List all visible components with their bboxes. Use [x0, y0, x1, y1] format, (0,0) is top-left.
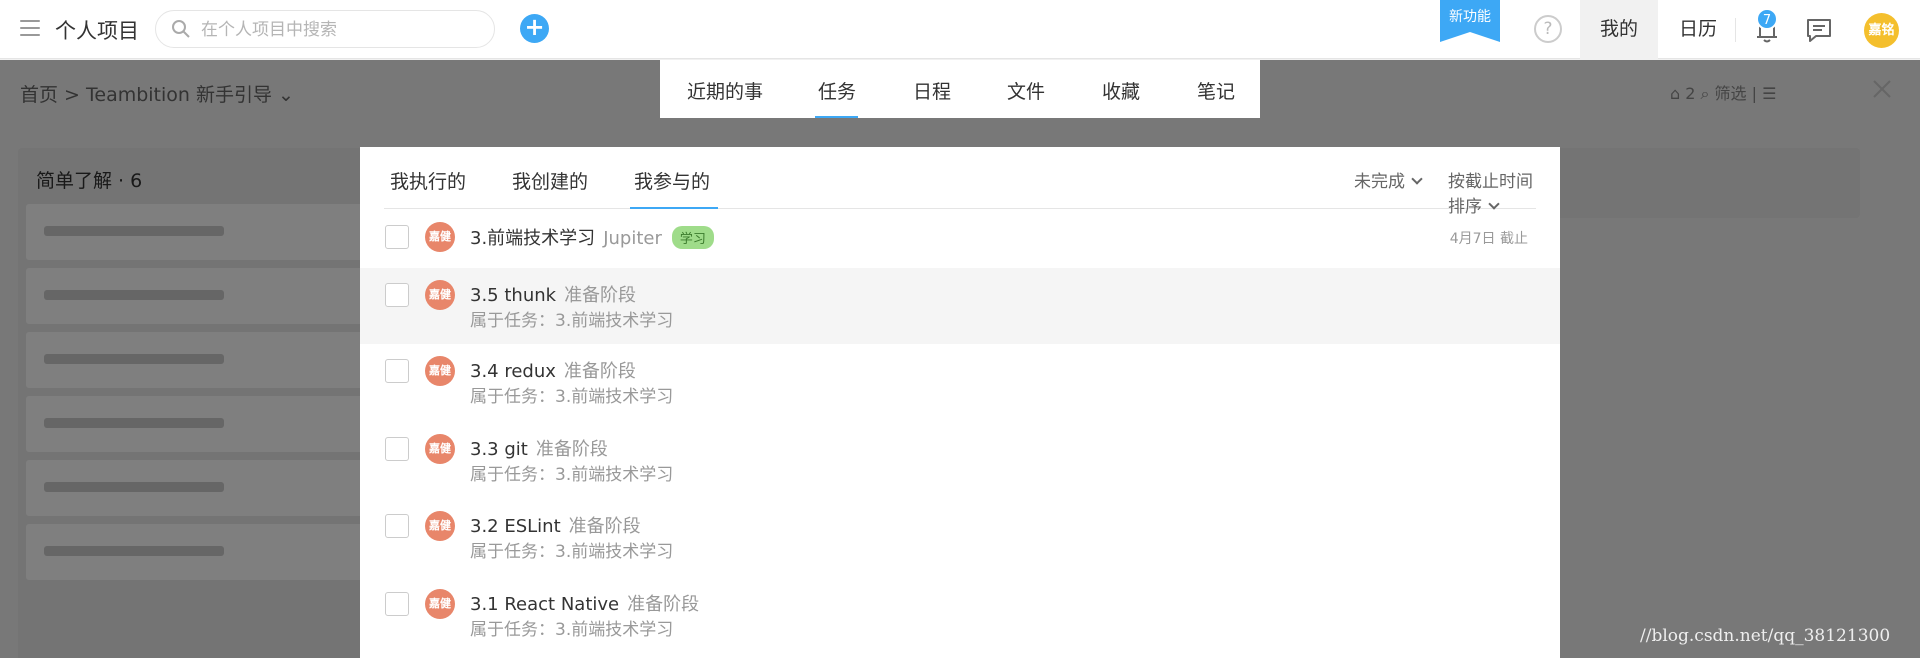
- project-title: 个人项目: [55, 19, 139, 43]
- help-icon[interactable]: ?: [1534, 15, 1562, 43]
- status-filter[interactable]: 未完成: [1354, 167, 1423, 192]
- module-tabs: 近期的事 任务 日程 文件 收藏 笔记: [0, 60, 1920, 118]
- notification-badge: 7: [1756, 8, 1778, 30]
- assignee-avatar: 嘉健: [425, 222, 455, 252]
- close-icon[interactable]: [1870, 77, 1894, 101]
- task-stage: 准备阶段: [564, 285, 637, 306]
- tab-schedule[interactable]: 日程: [913, 77, 951, 104]
- search-input[interactable]: [201, 18, 481, 42]
- task-panel: 我执行的 我创建的 我参与的 未完成 按截止时间排序 嘉健 3.前端技术学习 Ju…: [360, 147, 1560, 658]
- task-title: 3.5 thunk: [470, 285, 557, 306]
- tab-recent[interactable]: 近期的事: [687, 77, 763, 104]
- task-title-line: 3.前端技术学习 Jupiter 学习: [470, 224, 714, 250]
- task-stage: 准备阶段: [563, 361, 636, 382]
- task-stage: 准备阶段: [627, 594, 700, 615]
- add-button[interactable]: +: [520, 14, 549, 43]
- task-row[interactable]: 嘉健 3.4 redux 准备阶段 属于任务：3.前端技术学习: [360, 344, 1560, 421]
- task-due-date: 4月7日 截止: [1449, 231, 1528, 247]
- tab-notes[interactable]: 笔记: [1197, 77, 1235, 104]
- chat-icon[interactable]: [1804, 15, 1834, 45]
- task-parent: 属于任务：3.前端技术学习: [470, 542, 674, 562]
- watermark: //blog.csdn.net/qq_38121300: [1640, 626, 1891, 646]
- task-title: 3.4 redux: [470, 361, 556, 382]
- task-row[interactable]: 嘉健 3.2 ESLint 准备阶段 属于任务：3.前端技术学习: [360, 499, 1560, 576]
- menu-icon[interactable]: [20, 20, 40, 36]
- subtab-created[interactable]: 我创建的: [512, 167, 588, 194]
- chevron-down-icon: [1411, 173, 1423, 185]
- active-tab-indicator: [815, 116, 858, 118]
- tab-favorites[interactable]: 收藏: [1102, 77, 1140, 104]
- user-avatar[interactable]: 嘉铭: [1864, 13, 1899, 48]
- task-project: Jupiter: [603, 228, 662, 249]
- task-title-line: 3.3 git 准备阶段: [470, 435, 608, 461]
- chevron-down-icon: [1488, 198, 1500, 210]
- task-title-line: 3.1 React Native 准备阶段: [470, 590, 699, 616]
- status-filter-label: 未完成: [1354, 172, 1405, 192]
- task-title: 3.2 ESLint: [470, 516, 561, 537]
- task-title: 3.1 React Native: [470, 594, 620, 615]
- task-checkbox[interactable]: [385, 225, 409, 249]
- task-row[interactable]: 嘉健 3.3 git 准备阶段 属于任务：3.前端技术学习: [360, 422, 1560, 499]
- subtabs: 我执行的 我创建的 我参与的 未完成 按截止时间排序: [384, 147, 1536, 217]
- task-parent: 属于任务：3.前端技术学习: [470, 387, 674, 407]
- assignee-avatar: 嘉健: [425, 356, 455, 386]
- tab-tasks[interactable]: 任务: [818, 77, 856, 104]
- task-title: 3.前端技术学习: [470, 228, 596, 249]
- search-box[interactable]: [155, 10, 495, 48]
- task-title-line: 3.2 ESLint 准备阶段: [470, 512, 641, 538]
- task-checkbox[interactable]: [385, 592, 409, 616]
- tab-files[interactable]: 文件: [1007, 77, 1045, 104]
- nav-calendar[interactable]: 日历: [1668, 0, 1728, 59]
- top-bar: 个人项目 + 新功能 ? 我的 日历 7 嘉铭: [0, 0, 1920, 59]
- assignee-avatar: 嘉健: [425, 511, 455, 541]
- task-parent: 属于任务：3.前端技术学习: [470, 465, 674, 485]
- assignee-avatar: 嘉健: [425, 280, 455, 310]
- task-checkbox[interactable]: [385, 437, 409, 461]
- task-title-line: 3.5 thunk 准备阶段: [470, 281, 636, 307]
- task-parent: 属于任务：3.前端技术学习: [470, 620, 674, 640]
- task-title-line: 3.4 redux 准备阶段: [470, 357, 636, 383]
- task-title: 3.3 git: [470, 439, 528, 460]
- task-row[interactable]: 嘉健 3.1 React Native 准备阶段 属于任务：3.前端技术学习: [360, 577, 1560, 654]
- task-checkbox[interactable]: [385, 283, 409, 307]
- new-feature-badge[interactable]: 新功能: [1440, 0, 1500, 42]
- subtab-involved[interactable]: 我参与的: [634, 167, 710, 194]
- nav-mine[interactable]: 我的: [1580, 0, 1658, 59]
- task-checkbox[interactable]: [385, 514, 409, 538]
- new-feature-label: 新功能: [1449, 9, 1491, 25]
- task-stage: 准备阶段: [535, 439, 608, 460]
- task-parent: 属于任务：3.前端技术学习: [470, 311, 674, 331]
- task-row[interactable]: 嘉健 3.前端技术学习 Jupiter 学习 4月7日 截止: [360, 209, 1560, 265]
- divider: [1735, 18, 1736, 42]
- task-tag: 学习: [671, 226, 714, 249]
- task-checkbox[interactable]: [385, 359, 409, 383]
- assignee-avatar: 嘉健: [425, 589, 455, 619]
- task-stage: 准备阶段: [568, 516, 641, 537]
- subtab-assigned[interactable]: 我执行的: [390, 167, 466, 194]
- search-icon: [172, 20, 190, 38]
- assignee-avatar: 嘉健: [425, 434, 455, 464]
- task-row[interactable]: 嘉健 3.5 thunk 准备阶段 属于任务：3.前端技术学习: [360, 268, 1560, 344]
